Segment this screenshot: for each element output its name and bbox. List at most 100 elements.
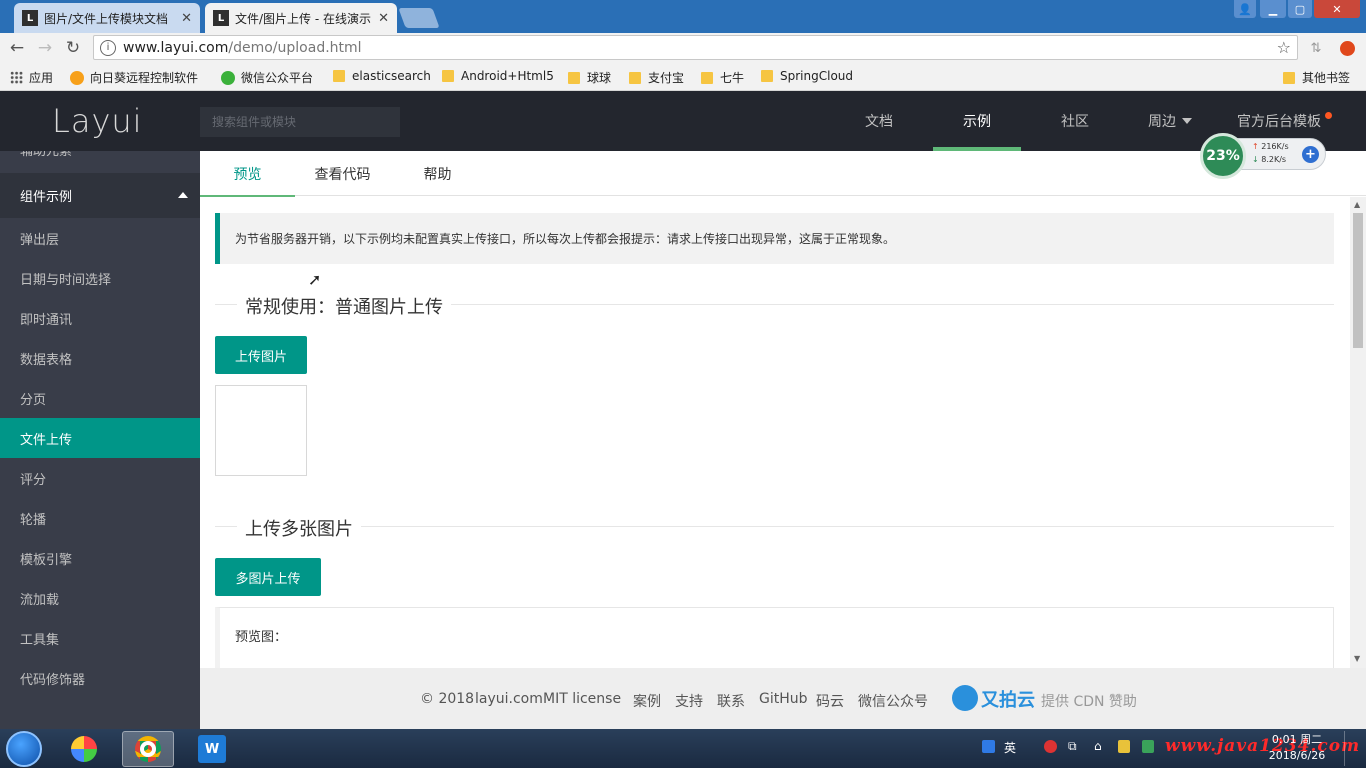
vertical-scrollbar[interactable]: ▲ ▼	[1350, 197, 1366, 668]
notice-quote: 为节省服务器开销，以下示例均未配置真实上传接口，所以每次上传都会报提示：请求上传…	[215, 213, 1334, 264]
sidebar-item-layer[interactable]: 弹出层	[0, 218, 200, 258]
tray-device-icon[interactable]: ⌂	[1094, 739, 1102, 753]
browser-tab-demo[interactable]: L 文件/图片上传 - 在线演示 ✕	[205, 3, 397, 33]
bookmark-alipay[interactable]: 支付宝	[629, 69, 684, 86]
reload-icon[interactable]: ↻	[62, 37, 84, 59]
section-title-single: 常规使用：普通图片上传	[215, 293, 1334, 319]
system-clock[interactable]: 0:01 周二 2018/6/26	[1262, 732, 1332, 764]
url-host: www.layui.com	[123, 39, 229, 56]
bookmark-elasticsearch[interactable]: elasticsearch	[333, 69, 431, 83]
net-speed-widget[interactable]: 23% ↑ 216K/s ↓ 8.2K/s +	[1200, 133, 1326, 179]
search-input[interactable]	[200, 107, 400, 137]
arrow-up-icon: ↑	[1252, 142, 1259, 151]
site-logo[interactable]: Layui	[52, 102, 143, 140]
upyun-logo-icon[interactable]	[952, 685, 978, 711]
close-icon[interactable]: ✕	[181, 11, 192, 26]
maximize-icon[interactable]: ▢	[1288, 0, 1312, 18]
nav-docs[interactable]: 文档	[865, 91, 893, 151]
extension-icon[interactable]: ⇅	[1305, 37, 1327, 59]
footer-link-support[interactable]: 支持	[675, 691, 703, 711]
tab-title: 图片/文件上传模块文档	[44, 11, 169, 26]
upload-image-button[interactable]: 上传图片	[215, 336, 307, 374]
scroll-thumb[interactable]	[1353, 213, 1363, 348]
wechat-icon	[221, 70, 235, 85]
bookmark-qiniu[interactable]: 七牛	[701, 69, 744, 86]
footer-link-wechat[interactable]: 微信公众号	[858, 691, 928, 711]
tray-antivirus-icon[interactable]	[1142, 739, 1154, 753]
sidebar-item-upload[interactable]: 文件上传	[0, 418, 200, 458]
tray-shield-icon[interactable]	[1118, 739, 1130, 753]
sidebar-item-util[interactable]: 工具集	[0, 618, 200, 658]
footer-link-gitee[interactable]: 码云	[816, 691, 844, 711]
user-icon[interactable]: 👤	[1234, 0, 1256, 18]
bookmark-other[interactable]: 其他书签	[1283, 69, 1350, 86]
ime-language[interactable]: 英	[1004, 739, 1016, 756]
plus-icon[interactable]: +	[1302, 146, 1319, 163]
bookmark-wechat[interactable]: 微信公众平台	[221, 69, 313, 86]
sidebar: 辅助元素 组件示例 弹出层 日期与时间选择 即时通讯 数据表格 分页 文件上传 …	[0, 151, 200, 729]
folder-icon	[333, 70, 345, 82]
tab-view-code[interactable]: 查看代码	[295, 151, 390, 196]
sidebar-item-laydate[interactable]: 日期与时间选择	[0, 258, 200, 298]
tray-security-icon[interactable]	[1044, 739, 1057, 753]
info-icon[interactable]: i	[100, 39, 116, 56]
tab-preview[interactable]: 预览	[200, 151, 295, 197]
sidebar-item-laypage[interactable]: 分页	[0, 378, 200, 418]
multi-preview-box: 预览图：	[215, 607, 1334, 668]
forward-icon[interactable]: →	[34, 37, 56, 59]
footer-sponsor-text: 提供 CDN 赞助	[1041, 694, 1137, 710]
upyun-brand[interactable]: 又拍云	[981, 686, 1035, 712]
site-footer: © 2018 layui.com MIT license 案例 支持 联系 Gi…	[200, 668, 1366, 729]
footer-license-link[interactable]: MIT license	[543, 691, 621, 707]
bookmark-apps[interactable]: 应用	[10, 69, 53, 86]
window-close-icon[interactable]: ✕	[1314, 0, 1360, 18]
chrome-taskbar-icon[interactable]	[122, 731, 174, 767]
star-icon[interactable]: ☆	[1277, 38, 1291, 57]
scroll-up-icon[interactable]: ▲	[1354, 200, 1360, 209]
close-icon[interactable]: ✕	[378, 11, 389, 26]
new-tab-button[interactable]	[398, 8, 440, 28]
address-bar[interactable]: i www.layui.com/demo/upload.html ☆	[93, 35, 1298, 60]
sidebar-item-laytpl[interactable]: 模板引擎	[0, 538, 200, 578]
tray-network-icon[interactable]: ⧉	[1068, 739, 1077, 754]
extension-red-icon[interactable]	[1336, 37, 1358, 59]
sidebar-group-components[interactable]: 组件示例	[0, 173, 200, 218]
browser-toolbar: ← → ↻ i www.layui.com/demo/upload.html ☆…	[0, 33, 1366, 62]
sidebar-group-label: 组件示例	[20, 190, 73, 205]
bookmark-android[interactable]: Android+Html5	[442, 69, 554, 83]
sidebar-item-table[interactable]: 数据表格	[0, 338, 200, 378]
tab-help[interactable]: 帮助	[390, 151, 485, 196]
new-dot-badge	[1325, 111, 1332, 119]
folder-icon	[442, 70, 454, 82]
bookmark-springcloud[interactable]: SpringCloud	[761, 69, 853, 83]
download-speed: ↓ 8.2K/s	[1252, 155, 1287, 164]
minimize-icon[interactable]: ▁	[1260, 0, 1286, 18]
footer-site-link[interactable]: layui.com	[475, 691, 543, 707]
sidebar-item-helpers[interactable]: 辅助元素	[0, 151, 200, 163]
back-icon[interactable]: ←	[6, 37, 28, 59]
scroll-down-icon[interactable]: ▼	[1354, 654, 1360, 663]
sidebar-item-code[interactable]: 代码修饰器	[0, 658, 200, 698]
nav-around[interactable]: 周边	[1148, 91, 1192, 151]
footer-link-contact[interactable]: 联系	[717, 691, 745, 711]
nav-examples[interactable]: 示例	[933, 91, 1021, 151]
bookmark-qiuqiu[interactable]: 球球	[568, 69, 611, 86]
divider	[215, 526, 1334, 527]
editor-taskbar-icon[interactable]: W	[186, 731, 238, 767]
footer-link-cases[interactable]: 案例	[633, 691, 661, 711]
sidebar-item-carousel[interactable]: 轮播	[0, 498, 200, 538]
ime-icon[interactable]	[982, 739, 995, 753]
sidebar-item-rate[interactable]: 评分	[0, 458, 200, 498]
sidebar-item-flow[interactable]: 流加载	[0, 578, 200, 618]
bookmark-sunlogin[interactable]: 向日葵远程控制软件	[70, 69, 198, 86]
nav-community[interactable]: 社区	[1061, 91, 1089, 151]
show-desktop-button[interactable]	[1344, 731, 1364, 766]
multi-upload-button[interactable]: 多图片上传	[215, 558, 321, 596]
content-tabbar: 预览 查看代码 帮助	[200, 151, 1366, 197]
sidebar-item-im[interactable]: 即时通讯	[0, 298, 200, 338]
folder-icon	[701, 71, 713, 84]
start-button[interactable]	[6, 731, 42, 767]
app-pinwheel-icon[interactable]	[58, 731, 110, 767]
footer-link-github[interactable]: GitHub	[759, 691, 808, 707]
browser-tab-docs[interactable]: L 图片/文件上传模块文档 ✕	[14, 3, 200, 33]
